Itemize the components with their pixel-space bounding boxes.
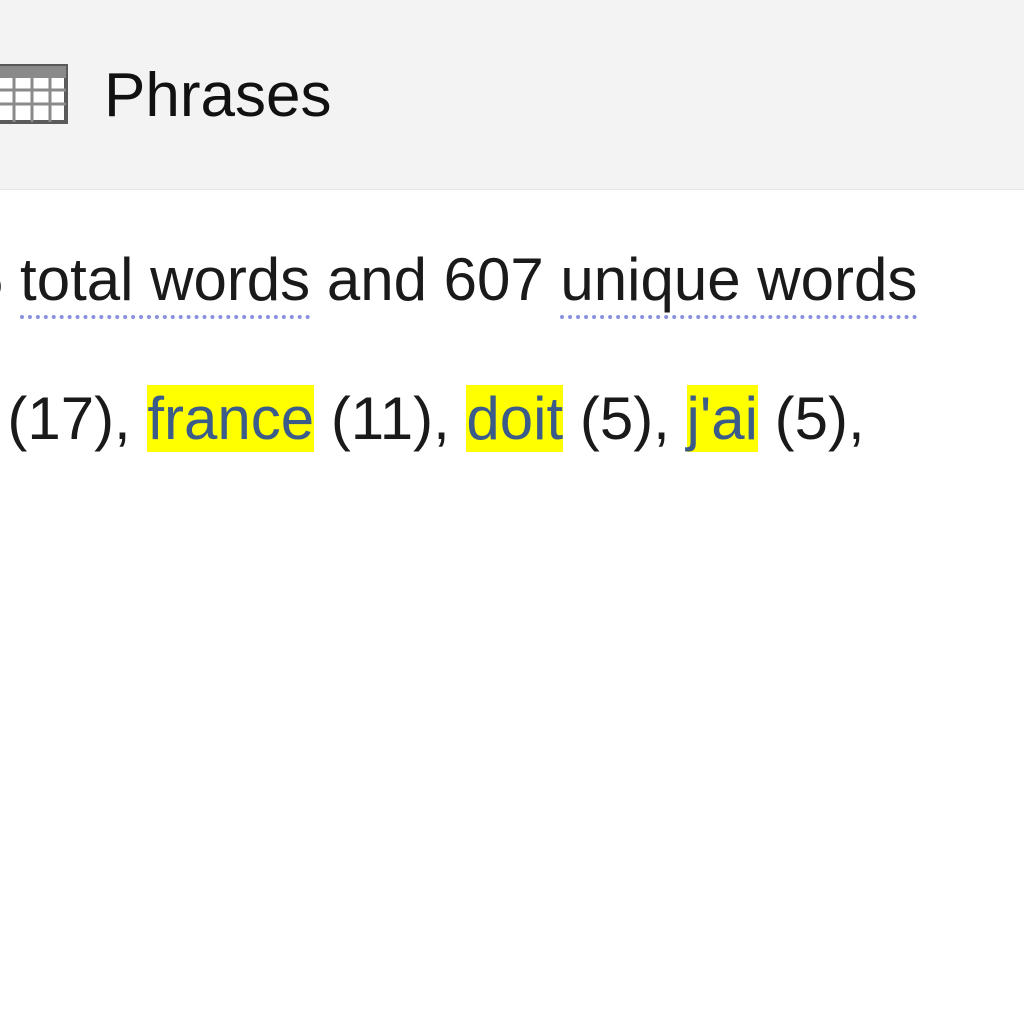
panel-header: Phrases bbox=[0, 0, 1024, 190]
word-link[interactable]: france bbox=[147, 385, 315, 452]
panel-title: Phrases bbox=[104, 61, 332, 130]
table-icon bbox=[0, 64, 68, 124]
top-words-list: t (17), france (11), doit (5), j'ai (5), bbox=[0, 378, 1024, 464]
word-count: (5), bbox=[579, 385, 670, 452]
word-count-summary: 5 total words and 607 unique words bbox=[0, 240, 1024, 340]
word-count: (5), bbox=[774, 385, 865, 452]
unique-words-link[interactable]: unique words bbox=[560, 246, 918, 319]
word-link[interactable]: j'ai bbox=[686, 385, 758, 452]
connector-text: and bbox=[326, 246, 427, 313]
word-count: (17), bbox=[7, 385, 131, 452]
total-count-fragment: 5 bbox=[0, 246, 3, 313]
unique-count: 607 bbox=[443, 246, 544, 313]
word-link[interactable]: doit bbox=[466, 385, 564, 452]
total-words-link[interactable]: total words bbox=[20, 246, 311, 319]
word-count: (11), bbox=[330, 385, 450, 452]
